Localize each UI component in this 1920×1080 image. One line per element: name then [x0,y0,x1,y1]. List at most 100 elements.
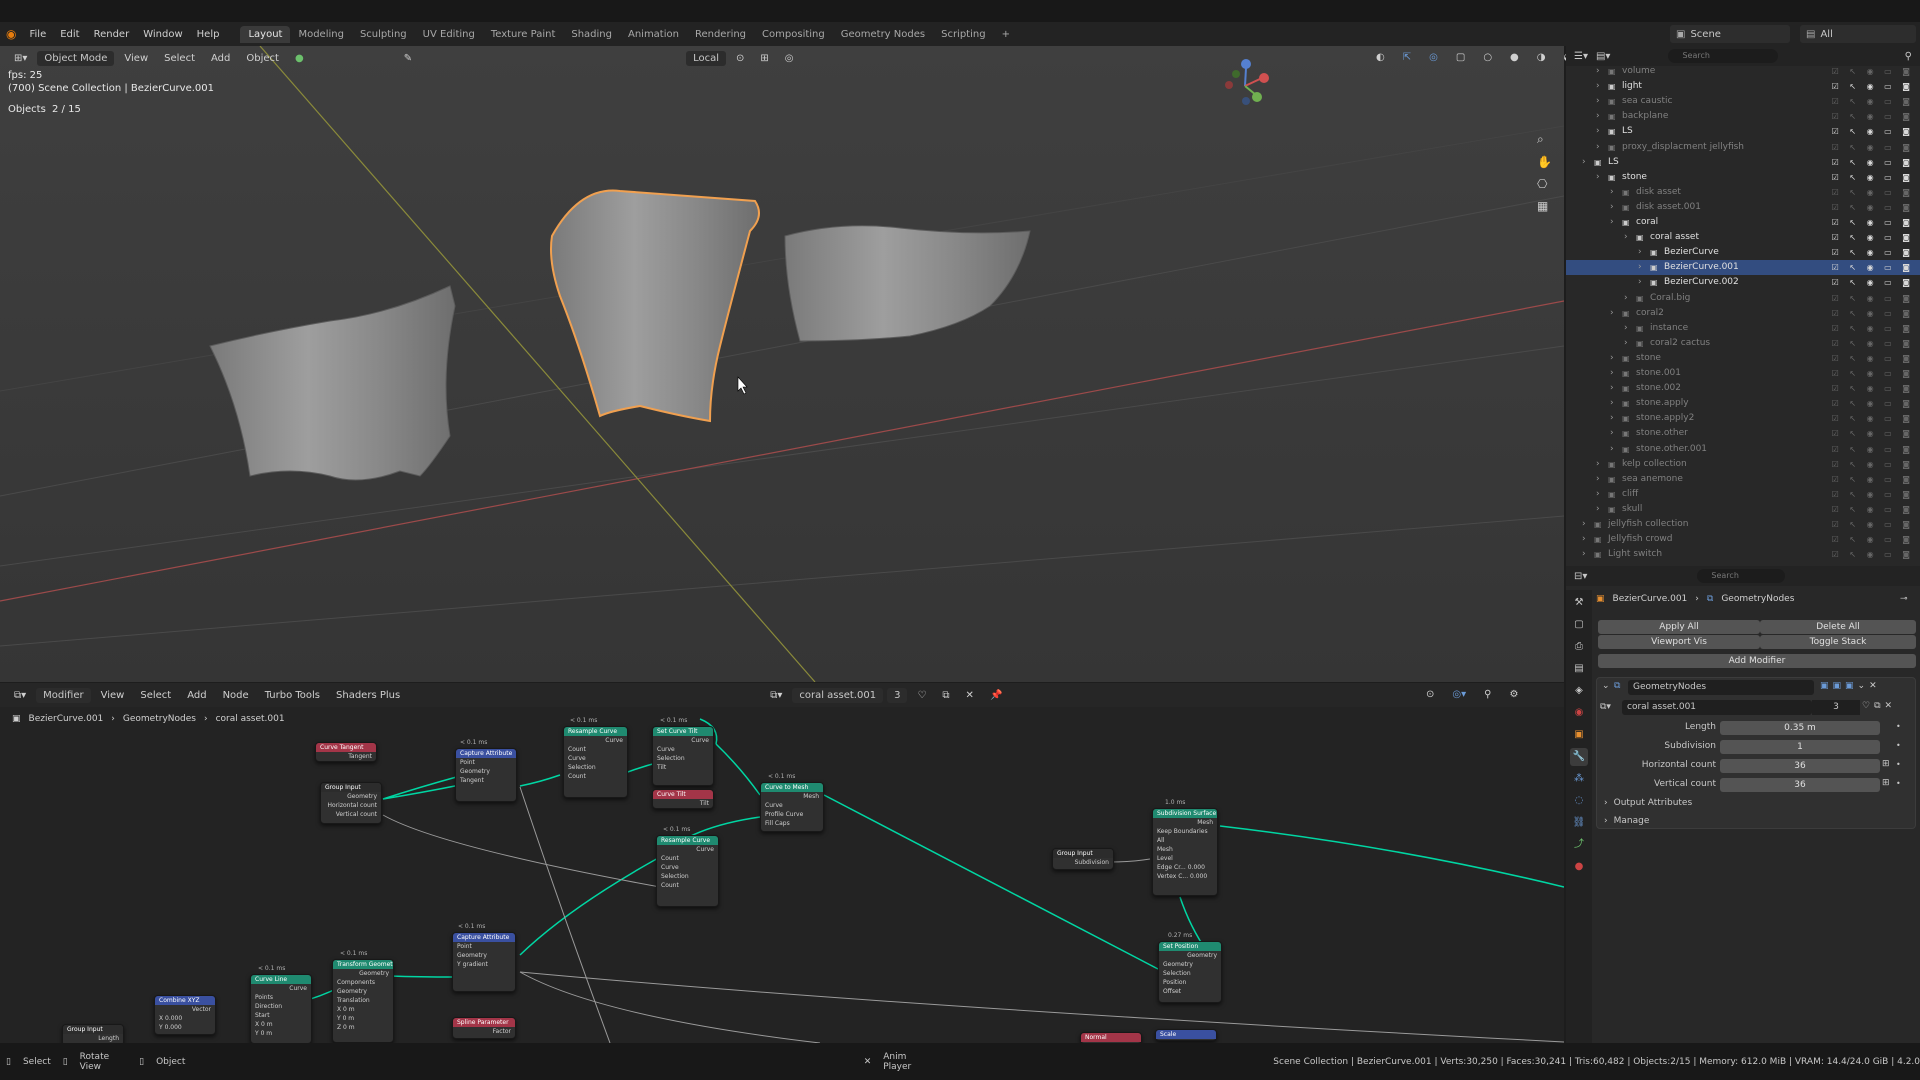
menu-render[interactable]: Render [87,29,137,40]
outliner-row[interactable]: › ▣ BezierCurve ☑ ↖ ◉ ▭ ◙ [1566,245,1920,260]
outliner-row[interactable]: › ▣ coral2 cactus ☑ ↖ ◉ ▭ ◙ [1566,336,1920,351]
visibility-toggles-icon[interactable]: ☑ ↖ ◉ ▭ ◙ [1832,124,1914,139]
unlink-icon[interactable]: ✕ [960,688,980,703]
workspace-tab-layout[interactable]: Layout [240,25,291,43]
expand-arrow-icon[interactable]: › [1610,411,1614,426]
expand-arrow-icon[interactable]: › [1638,245,1642,260]
delete-all-button[interactable]: Delete All [1760,620,1916,634]
outliner-editor-icon[interactable]: ☰▾ [1574,51,1588,62]
eyedropper-icon[interactable]: ✎ [398,51,418,66]
visibility-toggles-icon[interactable]: ☑ ↖ ◉ ▭ ◙ [1832,547,1914,562]
solid-shading-icon[interactable]: ● [1504,50,1525,65]
expand-arrow-icon[interactable]: › [1596,94,1600,109]
visibility-toggles-icon[interactable]: ☑ ↖ ◉ ▭ ◙ [1832,351,1914,366]
node-menu-view[interactable]: View [95,688,131,703]
vertical-count-field[interactable]: 36 [1720,778,1880,792]
outliner-row[interactable]: › ▣ Coral.big ☑ ↖ ◉ ▭ ◙ [1566,291,1920,306]
expand-arrow-icon[interactable]: › [1610,306,1614,321]
modifier-tab-icon[interactable]: 🔧 [1570,748,1588,766]
node-menu-turbo-tools[interactable]: Turbo Tools [259,688,326,703]
expand-arrow-icon[interactable]: › [1610,200,1614,215]
outliner-row[interactable]: › ▣ coral ☑ ↖ ◉ ▭ ◙ [1566,215,1920,230]
node-overlay-icon[interactable]: ◎▾ [1446,687,1472,702]
node-curve-to-mesh[interactable]: Curve to Mesh Mesh Curve Profile Curve F… [760,782,824,832]
gizmo-icon[interactable]: ⇱ [1397,50,1417,65]
outliner-row[interactable]: › ▣ sea caustic ☑ ↖ ◉ ▭ ◙ [1566,94,1920,109]
material-shading-icon[interactable]: ◑ [1531,50,1552,65]
outliner-row[interactable]: › ▣ light ☑ ↖ ◉ ▭ ◙ [1566,79,1920,94]
grid-view-icon[interactable]: ▦ [1537,199,1552,213]
expand-arrow-icon[interactable]: › [1596,124,1600,139]
snap-node-icon[interactable]: ⊙ [1420,687,1440,702]
breadcrumb-nodegroup[interactable]: coral asset.001 [216,714,285,724]
fake-user-icon[interactable]: ♡ [911,688,932,703]
visibility-icon[interactable]: ◐ [1370,50,1391,65]
properties-search-input[interactable]: Search [1697,569,1786,583]
expand-arrow-icon[interactable]: › [1610,366,1614,381]
nodegroup-icon[interactable]: ⧉▾ [764,688,788,703]
outliner-row[interactable]: › ▣ volume ☑ ↖ ◉ ▭ ◙ [1566,64,1920,79]
visibility-toggles-icon[interactable]: ☑ ↖ ◉ ▭ ◙ [1832,426,1914,441]
workspace-tab-shading[interactable]: Shading [563,26,620,43]
filter-icon[interactable]: ⚲ [1478,687,1497,702]
fake-user-icon[interactable]: ♡ [1862,701,1870,711]
workspace-tab-animation[interactable]: Animation [620,26,687,43]
pin-icon[interactable]: ⊸ [1900,594,1908,604]
visibility-toggles-icon[interactable]: ☑ ↖ ◉ ▭ ◙ [1832,140,1914,155]
outliner-row[interactable]: › ▣ kelp collection ☑ ↖ ◉ ▭ ◙ [1566,457,1920,472]
outliner-row[interactable]: › ▣ stone ☑ ↖ ◉ ▭ ◙ [1566,170,1920,185]
dropdown-icon[interactable]: ⌄ [1858,681,1866,691]
constraints-tab-icon[interactable]: ⛓ [1570,814,1588,832]
menu-select[interactable]: Select [158,51,201,66]
node-scale[interactable]: Scale [1155,1029,1217,1041]
breadcrumb-modifier[interactable]: GeometryNodes [123,714,196,724]
3d-viewport[interactable] [0,46,1564,682]
visibility-toggles-icon[interactable]: ☑ ↖ ◉ ▭ ◙ [1832,396,1914,411]
nodegroup-icon[interactable]: ⧉▾ [1600,702,1611,712]
proportional-edit-icon[interactable]: ◎ [779,51,800,66]
outliner-row[interactable]: › ▣ coral asset ☑ ↖ ◉ ▭ ◙ [1566,230,1920,245]
outliner-row[interactable]: › ▣ instance ☑ ↖ ◉ ▭ ◙ [1566,321,1920,336]
horizontal-count-field[interactable]: 36 [1720,759,1880,773]
visibility-toggles-icon[interactable]: ☑ ↖ ◉ ▭ ◙ [1832,306,1914,321]
visibility-toggles-icon[interactable]: ☑ ↖ ◉ ▭ ◙ [1832,260,1914,275]
view-layer-tab-icon[interactable]: ▤ [1570,660,1588,678]
outliner-row[interactable]: › ▣ stone.other ☑ ↖ ◉ ▭ ◙ [1566,426,1920,441]
workspace-tab-uv-editing[interactable]: UV Editing [415,26,483,43]
expand-arrow-icon[interactable]: › [1582,155,1586,170]
overlay-icon[interactable]: ◎ [1423,50,1444,65]
expand-arrow-icon[interactable]: › [1624,321,1628,336]
expand-arrow-icon[interactable]: › [1596,487,1600,502]
add-workspace-button[interactable]: + [994,26,1018,43]
node-transform-geometry[interactable]: Transform Geometry Geometry Components G… [332,959,394,1043]
mode-dropdown[interactable]: Object Mode [37,50,115,66]
anim-player[interactable]: Anim Player [883,1052,931,1072]
outliner-row[interactable]: › ▣ coral2 ☑ ↖ ◉ ▭ ◙ [1566,306,1920,321]
expand-arrow-icon[interactable]: › [1596,170,1600,185]
material-tab-icon[interactable]: ● [1570,858,1588,876]
pan-hand-icon[interactable]: ✋ [1537,155,1552,169]
visibility-toggles-icon[interactable]: ☑ ↖ ◉ ▭ ◙ [1832,64,1914,79]
node-combine-xyz[interactable]: Combine XYZ Vector X 0.000 Y 0.000 [154,995,216,1035]
outliner-row[interactable]: › ▣ stone.other.001 ☑ ↖ ◉ ▭ ◙ [1566,442,1920,457]
node-subdivision-surface[interactable]: Subdivision Surface Mesh Keep Boundaries… [1152,808,1218,896]
node-curve-tangent[interactable]: Curve Tangent Tangent [315,742,377,762]
tool-tab-icon[interactable]: ⚒ [1570,594,1588,612]
expand-arrow-icon[interactable]: › [1596,140,1600,155]
visibility-toggles-icon[interactable]: ☑ ↖ ◉ ▭ ◙ [1832,94,1914,109]
menu-window[interactable]: Window [136,29,189,40]
zoom-icon[interactable]: ⌕ [1537,132,1552,147]
visibility-toggles-icon[interactable]: ☑ ↖ ◉ ▭ ◙ [1832,321,1914,336]
scene-selector[interactable]: ▣ Scene [1670,25,1790,43]
keyframe-dot-icon[interactable]: • [1896,722,1901,731]
expand-arrow-icon[interactable]: › [1610,396,1614,411]
node-editor-type-icon[interactable]: ⧉▾ [8,688,32,703]
node-resample-curve[interactable]: Resample Curve Curve Count Curve Selecti… [563,726,628,798]
nodegroup-users[interactable]: 3 [887,687,908,703]
expand-arrow-icon[interactable]: › [1610,351,1614,366]
visibility-toggles-icon[interactable]: ☑ ↖ ◉ ▭ ◙ [1832,185,1914,200]
output-tab-icon[interactable]: ⎙ [1570,638,1588,656]
visibility-toggles-icon[interactable]: ☑ ↖ ◉ ▭ ◙ [1832,517,1914,532]
outliner-row[interactable]: › ▣ BezierCurve.002 ☑ ↖ ◉ ▭ ◙ [1566,275,1920,290]
outliner-row[interactable]: › ▣ cliff ☑ ↖ ◉ ▭ ◙ [1566,487,1920,502]
